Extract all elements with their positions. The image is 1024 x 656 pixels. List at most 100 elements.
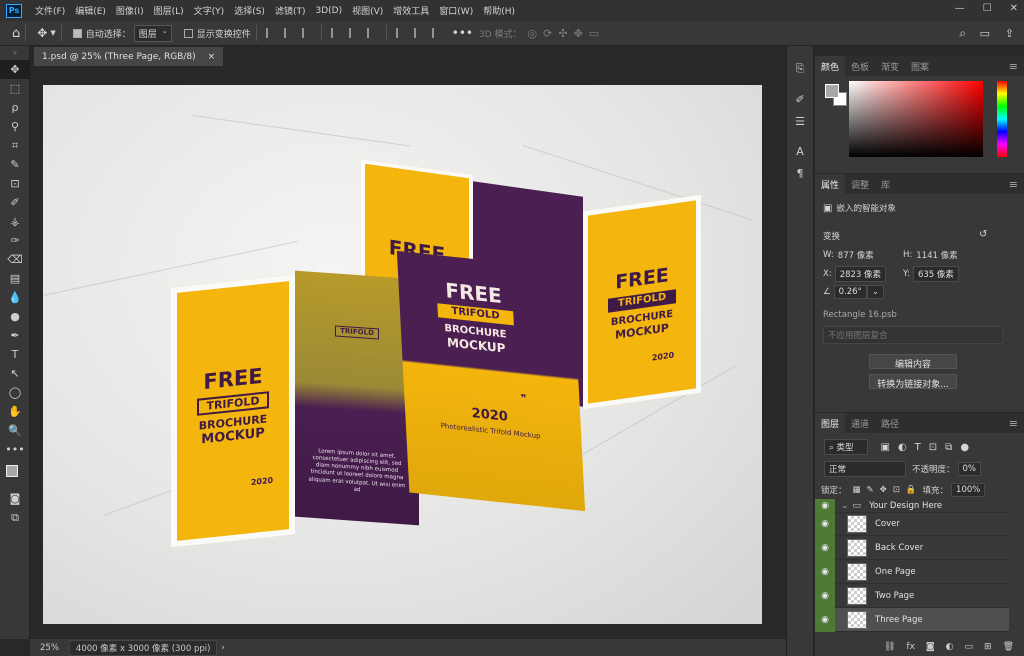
layer-row[interactable]: ◉ One Page: [815, 559, 1009, 584]
add-mask-icon[interactable]: ◙: [926, 642, 935, 652]
minimize-button[interactable]: —: [955, 3, 965, 14]
align-middle-icon[interactable]: [348, 28, 359, 38]
history-icon[interactable]: ⎘: [787, 58, 813, 80]
panel-menu-icon[interactable]: ≡: [1009, 417, 1018, 430]
visibility-eye-icon[interactable]: ◉: [815, 498, 835, 513]
layer-group-row[interactable]: ◉ ⌄ ▭ Your Design Here: [815, 498, 1009, 513]
adjustment-layer-icon[interactable]: ◐: [946, 642, 954, 652]
angle-field[interactable]: 0.26°: [833, 285, 867, 299]
tab-paths[interactable]: 路径: [875, 413, 905, 433]
dodge-tool-icon[interactable]: ●: [0, 307, 30, 326]
foreground-swatch[interactable]: [6, 465, 18, 477]
align-left-icon[interactable]: [265, 28, 276, 38]
filter-toggle-icon[interactable]: ●: [960, 442, 969, 453]
foreground-color-swatch[interactable]: [825, 84, 839, 98]
document-tab[interactable]: 1.psd @ 25% (Three Page, RGB/8) ×: [34, 47, 224, 66]
menu-type[interactable]: 文字(Y): [189, 4, 230, 17]
distribute-2-icon[interactable]: [413, 28, 424, 38]
blend-mode-dropdown[interactable]: 正常: [824, 461, 906, 477]
convert-to-linked-button[interactable]: 转换为链接对象...: [869, 374, 957, 390]
tab-properties[interactable]: 属性: [815, 174, 846, 194]
move-tool-icon[interactable]: ✥: [0, 60, 30, 79]
status-menu-arrow[interactable]: ›: [221, 643, 224, 653]
auto-select-checkbox[interactable]: 自动选择：: [72, 27, 131, 40]
screen-mode-icon[interactable]: ⧉: [0, 508, 30, 527]
filter-shape-icon[interactable]: ⊡: [929, 442, 937, 453]
align-top-icon[interactable]: [330, 28, 341, 38]
chevron-down-icon[interactable]: ⌄: [866, 285, 884, 299]
hue-slider[interactable]: [997, 81, 1007, 157]
menu-layer[interactable]: 图层(L): [149, 4, 189, 17]
show-transform-checkbox[interactable]: 显示变换控件: [183, 27, 251, 40]
menu-edit[interactable]: 编辑(E): [70, 4, 111, 17]
panel-menu-icon[interactable]: ≡: [1009, 178, 1018, 191]
distribute-3-icon[interactable]: [431, 28, 442, 38]
tab-gradients[interactable]: 渐变: [875, 56, 905, 76]
more-options-icon[interactable]: •••: [452, 26, 473, 40]
move-tool-icon[interactable]: ✥: [37, 26, 47, 40]
tab-patterns[interactable]: 图案: [905, 56, 935, 76]
edit-contents-button[interactable]: 编辑内容: [869, 354, 957, 370]
share-icon[interactable]: ⇪: [1005, 27, 1014, 40]
menu-plugins[interactable]: 增效工具: [388, 4, 434, 17]
layer-row[interactable]: ◉ Cover: [815, 511, 1009, 536]
distribute-icon[interactable]: [395, 28, 406, 38]
visibility-eye-icon[interactable]: ◉: [815, 559, 835, 584]
height-value[interactable]: 1141 像素: [916, 249, 957, 261]
collapse-icon[interactable]: »: [0, 46, 30, 60]
group-chevron-icon[interactable]: ⌄: [841, 501, 849, 511]
crop-tool-icon[interactable]: ⌗: [0, 136, 30, 155]
character-icon[interactable]: A: [787, 140, 813, 162]
auto-select-dropdown[interactable]: 图层 ⌄: [133, 24, 172, 42]
healing-tool-icon[interactable]: ⊡: [0, 174, 30, 193]
search-icon[interactable]: ⌕: [959, 26, 966, 41]
color-field[interactable]: [849, 81, 983, 157]
lock-position-icon[interactable]: ✥: [880, 485, 887, 495]
link-layers-icon[interactable]: ⛓: [884, 642, 895, 652]
panel-menu-icon[interactable]: ≡: [1009, 60, 1018, 73]
tab-adjustments[interactable]: 调整: [845, 174, 875, 194]
menu-select[interactable]: 选择(S): [229, 4, 270, 17]
drag-3d-icon[interactable]: ✣: [558, 27, 567, 40]
align-right-icon[interactable]: [301, 28, 312, 38]
menu-view[interactable]: 视图(V): [347, 4, 388, 17]
menu-help[interactable]: 帮助(H): [478, 4, 520, 17]
roll-3d-icon[interactable]: ⟳: [543, 27, 552, 40]
visibility-eye-icon[interactable]: ◉: [815, 607, 835, 632]
stamp-tool-icon[interactable]: ⚶: [0, 212, 30, 231]
menu-window[interactable]: 窗口(W): [434, 4, 478, 17]
filter-kind-dropdown[interactable]: ⌕ 类型: [824, 439, 869, 455]
align-center-icon[interactable]: [283, 28, 294, 38]
paragraph-icon[interactable]: ¶: [787, 162, 813, 184]
menu-file[interactable]: 文件(F): [30, 4, 70, 17]
gradient-tool-icon[interactable]: ▤: [0, 269, 30, 288]
lock-artboard-icon[interactable]: ⊡: [893, 485, 900, 495]
slide-3d-icon[interactable]: ✥: [574, 27, 583, 40]
maximize-button[interactable]: ☐: [983, 3, 992, 14]
type-tool-icon[interactable]: T: [0, 345, 30, 364]
lock-image-icon[interactable]: ✎: [867, 485, 874, 495]
layer-row-selected[interactable]: ◉ Three Page: [815, 607, 1009, 632]
close-button[interactable]: ✕: [1010, 3, 1018, 14]
tab-layers[interactable]: 图层: [815, 413, 846, 433]
fill-field[interactable]: 100%: [951, 483, 986, 497]
lasso-tool-icon[interactable]: ρ: [0, 98, 30, 117]
tab-libraries[interactable]: 库: [875, 174, 896, 194]
filter-type-icon[interactable]: T: [915, 442, 921, 453]
filter-pixel-icon[interactable]: ▣: [880, 442, 889, 453]
tab-color[interactable]: 颜色: [815, 56, 846, 76]
marquee-tool-icon[interactable]: ⬚: [0, 79, 30, 98]
menu-3d[interactable]: 3D(D): [310, 6, 347, 16]
width-value[interactable]: 877 像素: [838, 249, 874, 261]
new-group-icon[interactable]: ▭: [965, 642, 974, 652]
opacity-field[interactable]: 0%: [957, 462, 982, 476]
magic-wand-tool-icon[interactable]: ⚲: [0, 117, 30, 136]
lock-transparent-icon[interactable]: ▦: [853, 485, 861, 495]
workspace-icon[interactable]: ▭: [980, 27, 990, 40]
color-swatches[interactable]: [0, 459, 30, 489]
orbit-3d-icon[interactable]: ◎: [528, 27, 538, 40]
menu-filter[interactable]: 滤镜(T): [270, 4, 311, 17]
align-bottom-icon[interactable]: [366, 28, 377, 38]
hand-tool-icon[interactable]: ✋: [0, 402, 30, 421]
filter-adjust-icon[interactable]: ◐: [898, 442, 907, 453]
